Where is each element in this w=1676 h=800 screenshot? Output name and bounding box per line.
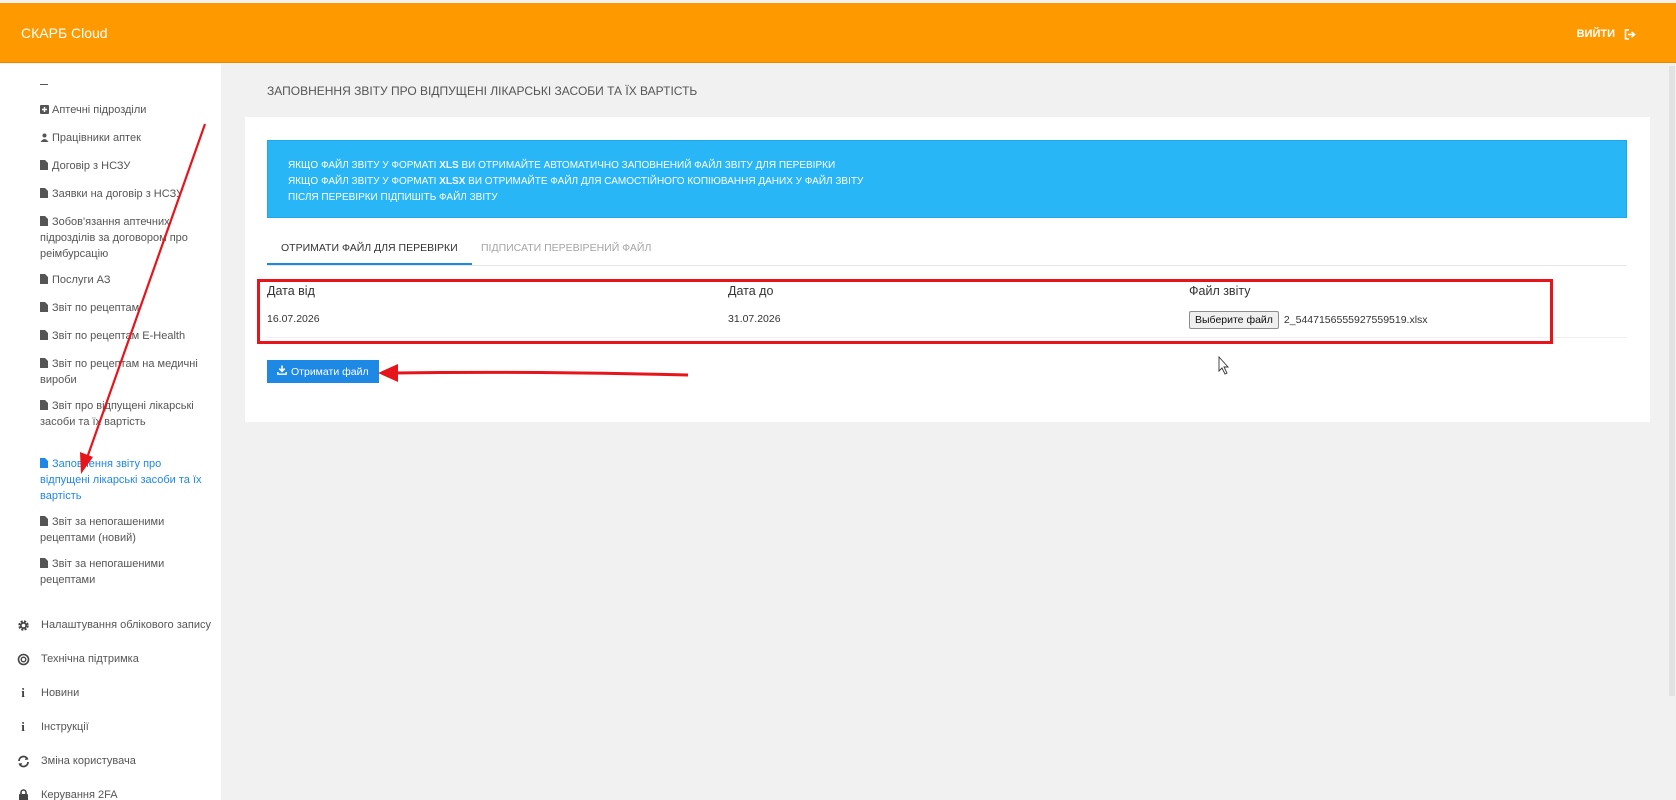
sidebar-item-nhsu-contract[interactable]: Договір з НСЗУ [40, 158, 205, 174]
sidebar-item-obligations[interactable]: Зобов'язання аптечних підрозділів за дог… [40, 214, 205, 262]
sidebar-item-label: Звіт за непогашеними рецептами [40, 558, 165, 586]
sidebar-item-fill-dispensed-report[interactable]: Заповнення звіту про відпущені лікарські… [40, 456, 205, 504]
sidebar: Аптечні підрозділи Працівники аптек Дого… [0, 64, 221, 800]
info-alert: ЯКЩО ФАЙЛ ЗВІТУ У ФОРМАТІ XLS ВИ ОТРИМАЙ… [267, 140, 1627, 218]
lock-icon [16, 788, 30, 800]
sidebar-item-label: Зміна користувача [41, 755, 136, 767]
file-icon [40, 457, 49, 468]
download-icon [277, 365, 287, 378]
alert-line-2: ЯКЩО ФАЙЛ ЗВІТУ У ФОРМАТІ XLSX ВИ ОТРИМА… [288, 176, 864, 187]
get-file-label: Отримати файл [291, 365, 369, 378]
file-icon [40, 215, 49, 226]
gear-icon [16, 618, 30, 632]
sidebar-item-label: Звіт по рецептам на медичні вироби [40, 358, 198, 386]
report-form: Дата від 16.07.2026 Дата до 31.07.2026 Ф… [267, 276, 1627, 338]
scrollbar-thumb[interactable] [1669, 66, 1675, 696]
file-label: Файл звіту [1189, 284, 1251, 298]
sidebar-item-label: Керування 2FA [41, 789, 118, 800]
file-icon [40, 329, 49, 340]
sidebar-item-services[interactable]: Послуги АЗ [40, 272, 205, 288]
sidebar-item-switch-user[interactable]: Зміна користувача [16, 752, 216, 770]
file-icon [40, 557, 49, 568]
users-icon [40, 131, 49, 142]
sidebar-item-unredeemed-new[interactable]: Звіт за непогашеними рецептами (новий) [40, 514, 205, 546]
sidebar-item-label: Аптечні підрозділи [52, 104, 147, 116]
sidebar-item-label: Послуги АЗ [52, 274, 111, 286]
page-scrollbar[interactable] [1668, 64, 1676, 800]
sidebar-item-label: Інструкції [41, 721, 89, 733]
alert-line-1: ЯКЩО ФАЙЛ ЗВІТУ У ФОРМАТІ XLS ВИ ОТРИМАЙ… [288, 160, 836, 171]
sidebar-item-medical-devices-report[interactable]: Звіт по рецептам на медичні вироби [40, 356, 205, 388]
file-icon [40, 357, 49, 368]
file-icon [40, 301, 49, 312]
sidebar-item-label: Заявки на договір з НСЗУ [52, 188, 184, 200]
sidebar-item-instructions[interactable]: i Інструкції [16, 718, 216, 736]
sidebar-item-label: Звіт по рецептам E-Health [52, 330, 186, 342]
sidebar-item-label: Зобов'язання аптечних підрозділів за дог… [40, 216, 188, 260]
sidebar-item-pharmacy-units[interactable]: Аптечні підрозділи [40, 102, 205, 118]
sidebar-item-unredeemed[interactable]: Звіт за непогашеними рецептами [40, 556, 205, 588]
sidebar-item-account-settings[interactable]: Налаштування облікового запису [16, 616, 216, 634]
plus-square-icon [40, 103, 49, 114]
sidebar-item-label: Працівники аптек [52, 132, 141, 144]
alert-line-3: ПІСЛЯ ПЕРЕВІРКИ ПІДПИШІТЬ ФАЙЛ ЗВІТУ [288, 192, 498, 203]
sidebar-item-label: Налаштування облікового запису [41, 619, 211, 631]
date-to-input[interactable]: 31.07.2026 [728, 313, 781, 325]
choose-file-button[interactable]: Выберите файл [1189, 311, 1279, 329]
sidebar-item-ehealth-report[interactable]: Звіт по рецептам E-Health [40, 328, 205, 344]
logout-button[interactable]: ВИЙТИ [1577, 28, 1636, 40]
sign-out-icon [1624, 28, 1636, 40]
sidebar-item-dispensed-report[interactable]: Звіт про відпущені лікарські засоби та ї… [40, 398, 205, 430]
sidebar-item-label: Новини [41, 687, 80, 699]
info-icon: i [21, 719, 25, 734]
sidebar-item-label: Звіт за непогашеними рецептами (новий) [40, 516, 165, 544]
sidebar-item-prescription-report[interactable]: Звіт по рецептам [40, 300, 205, 316]
top-header: СКАРБ Cloud ВИЙТИ [0, 3, 1676, 63]
file-icon [40, 273, 49, 284]
sidebar-item-label: Звіт про відпущені лікарські засоби та ї… [40, 400, 194, 428]
collapse-marker[interactable] [40, 84, 48, 85]
date-from-input[interactable]: 16.07.2026 [267, 313, 320, 325]
date-to-label: Дата до [728, 284, 774, 298]
file-icon [40, 187, 49, 198]
file-icon [40, 159, 49, 170]
sidebar-item-label: Звіт по рецептам [52, 302, 140, 314]
get-file-button[interactable]: Отримати файл [267, 360, 379, 383]
sidebar-item-2fa[interactable]: Керування 2FA [16, 786, 216, 800]
sidebar-item-label: Технічна підтримка [41, 653, 139, 665]
sidebar-item-nhsu-requests[interactable]: Заявки на договір з НСЗУ [40, 186, 205, 202]
date-from-label: Дата від [267, 284, 315, 298]
info-icon: i [21, 685, 25, 700]
sidebar-item-news[interactable]: i Новини [16, 684, 216, 702]
tab-sign-file[interactable]: ПІДПИСАТИ ПЕРЕВІРЕНИЙ ФАЙЛ [467, 234, 665, 265]
sidebar-item-pharmacy-staff[interactable]: Працівники аптек [40, 130, 205, 146]
refresh-icon [16, 754, 30, 768]
brand-logo[interactable]: СКАРБ Cloud [21, 25, 108, 41]
logout-label: ВИЙТИ [1576, 28, 1615, 40]
file-icon [40, 399, 49, 410]
report-tabs: ОТРИМАТИ ФАЙЛ ДЛЯ ПЕРЕВІРКИ ПІДПИСАТИ ПЕ… [267, 234, 1627, 266]
lifebuoy-icon [16, 652, 30, 666]
file-icon [40, 515, 49, 526]
selected-file-name: 2_5447156555927559519.xlsx [1283, 314, 1428, 326]
tab-get-file[interactable]: ОТРИМАТИ ФАЙЛ ДЛЯ ПЕРЕВІРКИ [267, 234, 472, 265]
sidebar-item-label: Заповнення звіту про відпущені лікарські… [40, 458, 202, 502]
page-title: ЗАПОВНЕННЯ ЗВІТУ ПРО ВІДПУЩЕНІ ЛІКАРСЬКІ… [267, 84, 698, 98]
sidebar-item-support[interactable]: Технічна підтримка [16, 650, 216, 668]
sidebar-item-label: Договір з НСЗУ [52, 160, 131, 172]
file-input[interactable]: Выберите файл 2_5447156555927559519.xlsx [1189, 311, 1428, 329]
